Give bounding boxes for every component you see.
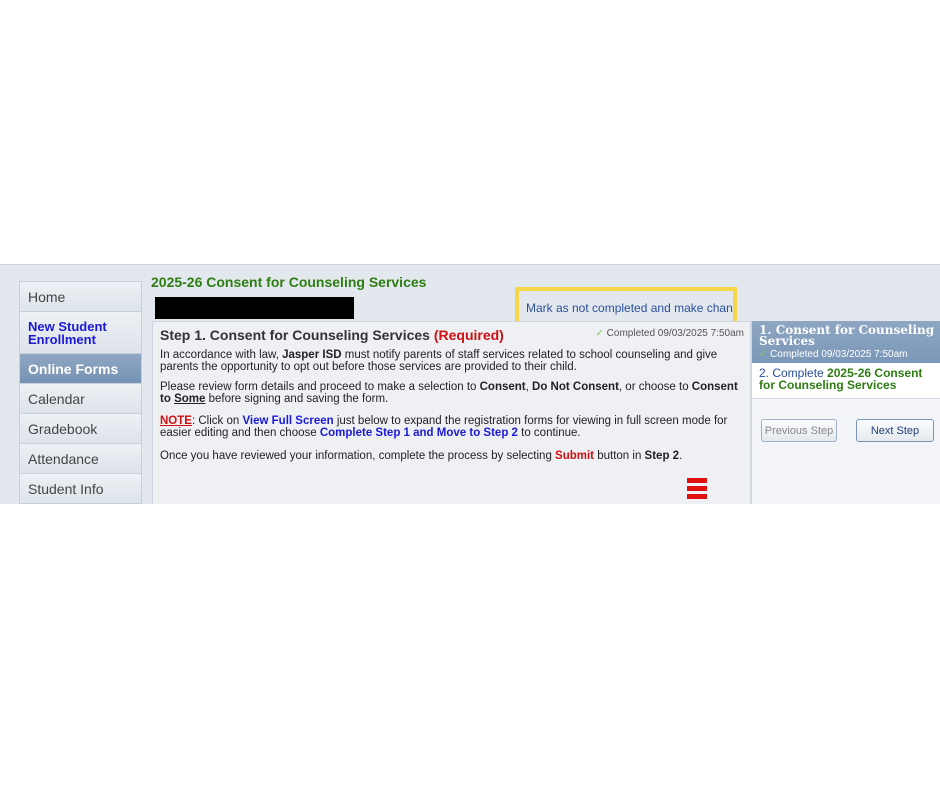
text: : Click on (191, 415, 243, 427)
left-nav: Home New Student Enrollment Online Forms… (19, 281, 142, 504)
next-step-button[interactable]: Next Step (856, 419, 934, 442)
step-title: Step 1. Consent for Counseling Services … (160, 327, 504, 343)
text: . (679, 450, 683, 462)
nav-student-info[interactable]: Student Info (20, 474, 141, 504)
side-step-1-completed: Completed 09/03/2025 7:50am (770, 349, 908, 360)
paragraph-law: In accordance with law, Jasper ISD must … (160, 349, 740, 373)
view-full-screen-text: View Full Screen (242, 415, 334, 427)
complete-step-text: Complete Step 1 and Move to Step 2 (319, 427, 518, 439)
note-label: NOTE (160, 415, 192, 427)
nav-attendance[interactable]: Attendance (20, 444, 141, 474)
district-name: Jasper ISD (282, 349, 342, 361)
portal-region: Home New Student Enrollment Online Forms… (0, 264, 940, 504)
paragraph-submit: Once you have reviewed your information,… (160, 450, 740, 462)
completed-status: ✓ Completed 09/03/2025 7:50am (596, 328, 745, 339)
paragraph-review: Please review form details and proceed t… (160, 381, 740, 405)
consent-term: Consent (479, 381, 526, 393)
nav-home[interactable]: Home (20, 282, 141, 312)
nav-calendar[interactable]: Calendar (20, 384, 141, 414)
completed-status-text: Completed 09/03/2025 7:50am (606, 328, 744, 339)
side-step-1[interactable]: 1. Consent for Counseling Services ✓ Com… (752, 321, 940, 363)
paragraph-note: NOTE: Click on View Full Screen just bel… (160, 415, 740, 439)
step-title-text: Step 1. Consent for Counseling Services (160, 327, 430, 343)
required-label: (Required) (433, 327, 504, 343)
text: to continue. (517, 427, 581, 439)
hamburger-icon[interactable] (687, 478, 707, 502)
text: Once you have reviewed your information,… (160, 450, 556, 462)
check-icon: ✓ (759, 349, 768, 360)
page-title: 2025-26 Consent for Counseling Services (151, 274, 427, 290)
text: , or choose to (618, 381, 692, 393)
nav-gradebook[interactable]: Gradebook (20, 414, 141, 444)
check-icon: ✓ (595, 328, 604, 339)
step-content: Step 1. Consent for Counseling Services … (152, 321, 751, 504)
side-step-2[interactable]: 2. Complete 2025-26 Consent for Counseli… (752, 363, 940, 399)
step-2-term: Step 2 (644, 450, 680, 462)
nav-online-forms[interactable]: Online Forms (20, 354, 141, 384)
text: button in (594, 450, 645, 462)
submit-term: Submit (555, 450, 595, 462)
steps-panel: 1. Consent for Counseling Services ✓ Com… (751, 321, 940, 504)
text: Please review form details and proceed t… (160, 381, 480, 393)
nav-new-student-enrollment[interactable]: New Student Enrollment (20, 312, 141, 354)
some-term: Some (174, 393, 206, 405)
side-step-1-title: 1. Consent for Counseling Services (759, 323, 935, 348)
side-step-1-status: ✓ Completed 09/03/2025 7:50am (759, 349, 935, 360)
text: before signing and saving the form. (205, 393, 389, 405)
text: In accordance with law, (160, 349, 283, 361)
redacted-bar (155, 297, 354, 319)
do-not-consent-term: Do Not Consent (532, 381, 619, 393)
previous-step-button[interactable]: Previous Step (761, 419, 837, 442)
